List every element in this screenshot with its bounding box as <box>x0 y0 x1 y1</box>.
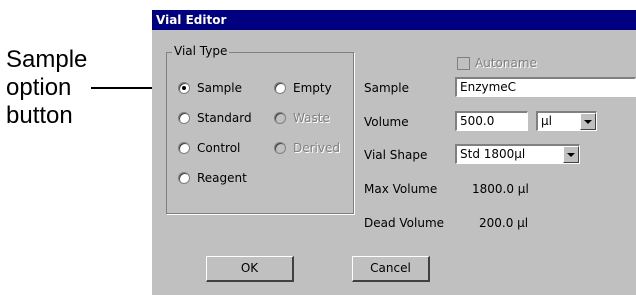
cancel-button[interactable]: Cancel <box>352 256 430 282</box>
vial-shape-value: Std 1800µl <box>460 147 526 161</box>
callout-leader-line <box>91 87 153 89</box>
volume-input[interactable]: 500.0 <box>455 111 528 131</box>
radio-circle-icon <box>178 112 190 124</box>
radio-waste-label: Waste <box>293 111 330 125</box>
autoname-checkbox: Autoname <box>457 56 537 70</box>
screenshot: Sample option button Vial Editor Vial Ty… <box>0 0 636 295</box>
radio-reagent[interactable]: Reagent <box>178 171 247 185</box>
radio-empty[interactable]: Empty <box>274 81 332 95</box>
callout-line-1: Sample <box>6 46 88 73</box>
radio-sample[interactable]: Sample <box>178 81 242 95</box>
radio-circle-icon <box>178 142 190 154</box>
radio-sample-label: Sample <box>197 81 242 95</box>
checkbox-box-icon <box>457 56 470 70</box>
volume-unit-select[interactable]: µl <box>536 111 597 131</box>
vial-shape-select[interactable]: Std 1800µl <box>455 144 580 164</box>
dialog-title[interactable]: Vial Editor <box>152 10 636 30</box>
radio-standard-label: Standard <box>197 111 252 125</box>
radio-control-label: Control <box>197 141 241 155</box>
radio-circle-icon <box>274 142 286 154</box>
volume-label: Volume <box>364 115 409 129</box>
vial-type-legend: Vial Type <box>172 44 230 58</box>
dead-volume-label: Dead Volume <box>364 216 445 230</box>
radio-standard[interactable]: Standard <box>178 111 252 125</box>
dead-volume-value: 200.0 µl <box>479 216 529 230</box>
radio-derived-label: Derived <box>293 141 340 155</box>
radio-circle-icon <box>274 112 286 124</box>
sample-label: Sample <box>364 81 409 95</box>
chevron-down-icon[interactable] <box>580 113 596 130</box>
callout-line-3: button <box>6 102 73 129</box>
vial-type-group <box>166 52 354 214</box>
radio-circle-icon <box>274 82 286 94</box>
radio-selected-dot-icon <box>182 86 186 90</box>
radio-waste: Waste <box>274 111 330 125</box>
chevron-down-icon[interactable] <box>563 146 579 163</box>
radio-empty-label: Empty <box>293 81 332 95</box>
vial-editor-dialog: Vial Editor Vial Type Sample Empty Stand… <box>152 10 636 295</box>
sample-input[interactable]: EnzymeC <box>455 77 636 97</box>
ok-button[interactable]: OK <box>206 256 294 282</box>
max-volume-value: 1800.0 µl <box>472 182 529 196</box>
vial-shape-label: Vial Shape <box>364 148 428 162</box>
autoname-label: Autoname <box>475 56 537 70</box>
radio-circle-icon <box>178 172 190 184</box>
radio-derived: Derived <box>274 141 340 155</box>
radio-control[interactable]: Control <box>178 141 240 155</box>
radio-reagent-label: Reagent <box>197 171 247 185</box>
callout-line-2: option <box>6 74 72 101</box>
max-volume-label: Max Volume <box>364 182 438 196</box>
radio-circle-icon <box>178 82 190 94</box>
volume-unit-value: µl <box>541 114 552 128</box>
callout-annotation: Sample option button <box>6 46 87 130</box>
